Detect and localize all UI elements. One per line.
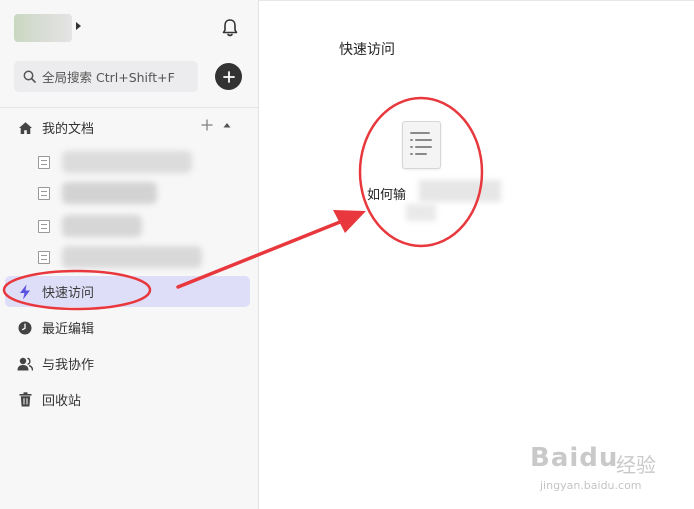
my-docs-tools — [201, 119, 231, 131]
document-icon — [402, 121, 441, 169]
sidebar-divider — [0, 107, 258, 108]
collapse-caret-icon[interactable] — [223, 122, 231, 128]
sidebar-item-label: 与我协作 — [42, 358, 95, 373]
lightning-icon — [17, 284, 33, 300]
bell-icon[interactable] — [221, 18, 239, 38]
search-placeholder: 全局搜索 Ctrl+Shift+F — [42, 70, 175, 85]
plus-icon — [222, 70, 235, 83]
main-content: 快速访问 如何输 — [259, 0, 694, 509]
sidebar-item-trash[interactable]: 回收站 — [5, 384, 250, 415]
redacted-title — [62, 246, 202, 268]
sidebar-item-quick-access[interactable]: 快速访问 — [5, 276, 250, 307]
sidebar-doc-item[interactable] — [38, 181, 228, 205]
sidebar-item-label: 回收站 — [42, 394, 82, 409]
clock-icon — [17, 320, 33, 336]
avatar[interactable] — [14, 14, 72, 42]
sidebar-item-label: 最近编辑 — [42, 322, 95, 337]
redacted-file-name — [406, 204, 436, 221]
page-title: 快速访问 — [339, 42, 395, 58]
search-input[interactable]: 全局搜索 Ctrl+Shift+F — [14, 61, 198, 92]
document-icon — [38, 219, 50, 233]
sidebar-item-shared[interactable]: 与我协作 — [5, 348, 250, 379]
search-icon — [23, 70, 36, 83]
document-icon — [38, 155, 50, 169]
home-icon — [17, 120, 33, 136]
sidebar-item-recent[interactable]: 最近编辑 — [5, 312, 250, 343]
sidebar-item-label: 我的文档 — [42, 122, 95, 137]
sidebar-doc-item[interactable] — [38, 214, 228, 238]
sidebar-item-label: 快速访问 — [42, 286, 95, 301]
add-doc-icon[interactable] — [201, 119, 213, 131]
document-icon — [38, 186, 50, 200]
caret-right-icon[interactable] — [76, 22, 81, 30]
redacted-file-name — [419, 180, 501, 202]
trash-icon — [17, 392, 33, 408]
file-name: 如何输 — [367, 188, 407, 203]
create-button[interactable] — [215, 63, 242, 90]
sidebar: 全局搜索 Ctrl+Shift+F 我的文档 快速访问 最近编辑 与我协作 回收… — [0, 0, 259, 509]
sidebar-doc-item[interactable] — [38, 245, 228, 269]
sidebar-doc-item[interactable] — [38, 150, 228, 174]
redacted-title — [62, 151, 192, 173]
redacted-title — [62, 182, 157, 204]
users-icon — [17, 356, 33, 372]
document-icon — [38, 250, 50, 264]
redacted-title — [62, 215, 142, 237]
